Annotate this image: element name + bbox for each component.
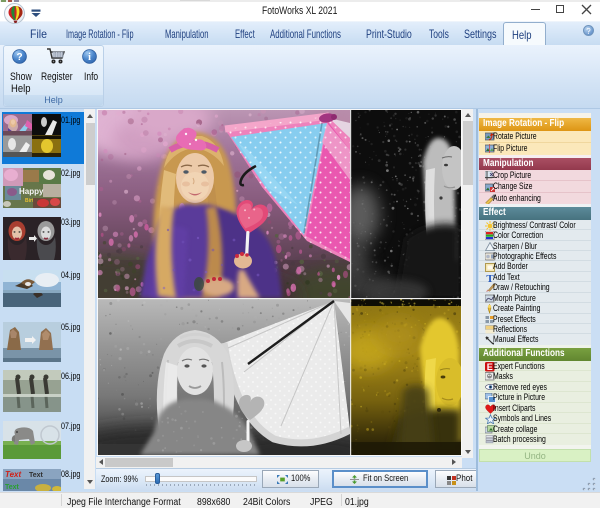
svg-text:Text: Text <box>5 484 20 491</box>
svg-text:i: i <box>88 52 91 63</box>
svg-text:Text: Text <box>29 472 44 479</box>
svg-text:Text: Text <box>5 470 21 479</box>
svg-text:?: ? <box>16 52 22 63</box>
svg-text:Happy: Happy <box>19 187 44 196</box>
